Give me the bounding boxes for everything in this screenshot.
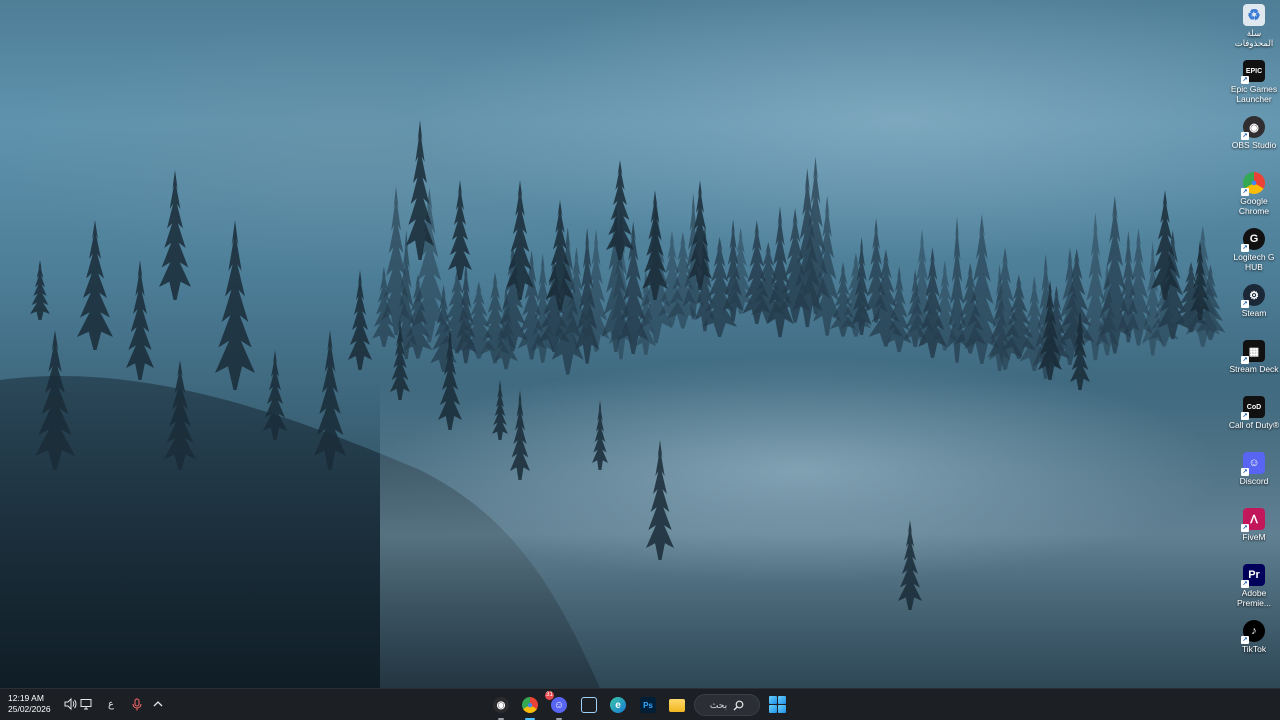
- wallpaper-tree: [159, 170, 191, 300]
- chrome-icon: ● ↗: [1241, 172, 1265, 196]
- epic-games-icon: EPIC ↗: [1241, 60, 1265, 84]
- obs-studio-icon: ◉ ↗: [1241, 116, 1265, 140]
- stream-deck-icon: ▦ ↗: [1241, 340, 1265, 364]
- shortcut-arrow-icon: ↗: [1241, 76, 1249, 84]
- desktop-icon-label: Discord: [1239, 476, 1269, 486]
- desktop-icon-obs-studio[interactable]: ◉ ↗ OBS Studio: [1228, 116, 1280, 150]
- wallpaper-tree: [506, 180, 534, 300]
- call-of-duty-icon: CoD ↗: [1241, 396, 1265, 420]
- desktop-icon-label: Epic Games Launcher: [1230, 84, 1278, 104]
- search-box[interactable]: بحث: [694, 694, 760, 716]
- tiktok-icon: ♪ ↗: [1241, 620, 1265, 644]
- shortcut-arrow-icon: ↗: [1241, 356, 1249, 364]
- desktop-icon-label: سلة المحذوفات: [1234, 28, 1274, 48]
- wallpaper-tree: [314, 330, 346, 470]
- desktop-icon-label: OBS Studio: [1231, 140, 1277, 150]
- desktop-icon-label: Logitech G HUB: [1233, 252, 1275, 272]
- taskbar-app-photoshop[interactable]: Ps: [636, 693, 660, 717]
- taskbar-app-obs-studio[interactable]: ◉: [489, 693, 513, 720]
- folder-icon: [669, 698, 685, 712]
- desktop-icon-tiktok[interactable]: ♪ ↗ TikTok: [1228, 620, 1280, 654]
- taskbar-app-file-explorer[interactable]: [665, 693, 689, 717]
- discord-icon: ☺: [551, 697, 567, 713]
- desktop-icon-discord[interactable]: ☺ ↗ Discord: [1228, 452, 1280, 486]
- desktop-icon-label: Google Chrome: [1238, 196, 1270, 216]
- clock-date: 25/02/2026: [8, 704, 51, 714]
- display-icon[interactable]: [78, 696, 94, 712]
- logitech-g-icon: G ↗: [1241, 228, 1265, 252]
- shortcut-arrow-icon: ↗: [1241, 188, 1249, 196]
- tray-clock[interactable]: 12:19 AM 25/02/2026: [8, 693, 60, 715]
- desktop-icon-label: Steam: [1241, 308, 1267, 318]
- desktop-icon-label: TikTok: [1241, 644, 1267, 654]
- shortcut-arrow-icon: ↗: [1241, 468, 1249, 476]
- desktop-icon-stream-deck[interactable]: ▦ ↗ Stream Deck: [1228, 340, 1280, 374]
- recycle-bin-icon: ♻: [1243, 4, 1265, 26]
- obs-studio-icon: ◉: [493, 697, 509, 713]
- desktop-icon-epic-games[interactable]: EPIC ↗ Epic Games Launcher: [1228, 60, 1280, 104]
- desktop-icon-steam[interactable]: ⚙ ↗ Steam: [1228, 284, 1280, 318]
- wallpaper-tree: [448, 180, 472, 280]
- wallpaper-tree: [642, 190, 668, 300]
- shortcut-arrow-icon: ↗: [1241, 132, 1249, 140]
- premiere-pro-icon: Pr ↗: [1241, 564, 1265, 588]
- desktop-icon-recycle-bin[interactable]: ♻ سلة المحذوفات: [1228, 4, 1280, 48]
- task-view-icon: ▭: [581, 697, 597, 713]
- search-icon: [733, 700, 744, 710]
- wallpaper-tree: [77, 220, 113, 350]
- shortcut-arrow-icon: ↗: [1241, 300, 1249, 308]
- shortcut-arrow-icon: ↗: [1241, 244, 1249, 252]
- desktop-icon-logitech-g[interactable]: G ↗ Logitech G HUB: [1228, 228, 1280, 272]
- chrome-icon: ●: [522, 697, 538, 713]
- clock-time: 12:19 AM: [8, 693, 44, 703]
- shortcut-arrow-icon: ↗: [1241, 580, 1249, 588]
- chevron-up-icon[interactable]: [150, 696, 166, 712]
- desktop-icon-label: Call of Duty®: [1228, 420, 1280, 430]
- wallpaper-tree: [348, 270, 372, 370]
- desktop-icon-chrome[interactable]: ● ↗ Google Chrome: [1228, 172, 1280, 216]
- edge-icon: e: [610, 697, 626, 713]
- language-indicator[interactable]: ع: [103, 696, 119, 712]
- wallpaper-tree: [406, 120, 434, 260]
- windows-start-icon[interactable]: [769, 696, 786, 713]
- desktop-wallpaper: [0, 0, 1280, 688]
- wallpaper-tree: [263, 350, 287, 440]
- search-label: بحث: [709, 699, 728, 710]
- taskbar-app-chrome[interactable]: ●: [518, 693, 542, 720]
- desktop-icon-label: FiveM: [1242, 532, 1266, 542]
- shortcut-arrow-icon: ↗: [1241, 412, 1249, 420]
- wallpaper-tree: [126, 260, 154, 380]
- photoshop-icon: Ps: [640, 697, 656, 713]
- fivem-icon: ᐱ ↗: [1241, 508, 1265, 532]
- notification-badge: 31: [545, 691, 554, 700]
- taskbar-app-task-view[interactable]: ▭: [577, 693, 601, 717]
- forest-fog-image: [0, 120, 1280, 688]
- discord-icon: ☺ ↗: [1241, 452, 1265, 476]
- taskbar-app-discord[interactable]: ☺ 31: [545, 691, 571, 720]
- taskbar: 12:19 AM 25/02/2026 ع ◉ ● ☺31 ▭ e Ps بحث: [0, 688, 1280, 720]
- shortcut-arrow-icon: ↗: [1241, 636, 1249, 644]
- desktop-icon-premiere-pro[interactable]: Pr ↗ Adobe Premie...: [1228, 564, 1280, 608]
- desktop-icon-label: Stream Deck: [1229, 364, 1279, 374]
- wallpaper-tree: [30, 260, 50, 320]
- taskbar-app-edge[interactable]: e: [606, 693, 630, 717]
- steam-icon: ⚙ ↗: [1241, 284, 1265, 308]
- volume-icon[interactable]: [62, 696, 78, 712]
- microphone-icon[interactable]: [129, 696, 145, 712]
- shortcut-arrow-icon: ↗: [1241, 524, 1249, 532]
- desktop-icon-fivem[interactable]: ᐱ ↗ FiveM: [1228, 508, 1280, 542]
- desktop-icon-label: Adobe Premie...: [1236, 588, 1271, 608]
- desktop-icon-call-of-duty[interactable]: CoD ↗ Call of Duty®: [1228, 396, 1280, 430]
- wallpaper-tree: [215, 220, 255, 390]
- wallpaper-tree: [606, 160, 634, 260]
